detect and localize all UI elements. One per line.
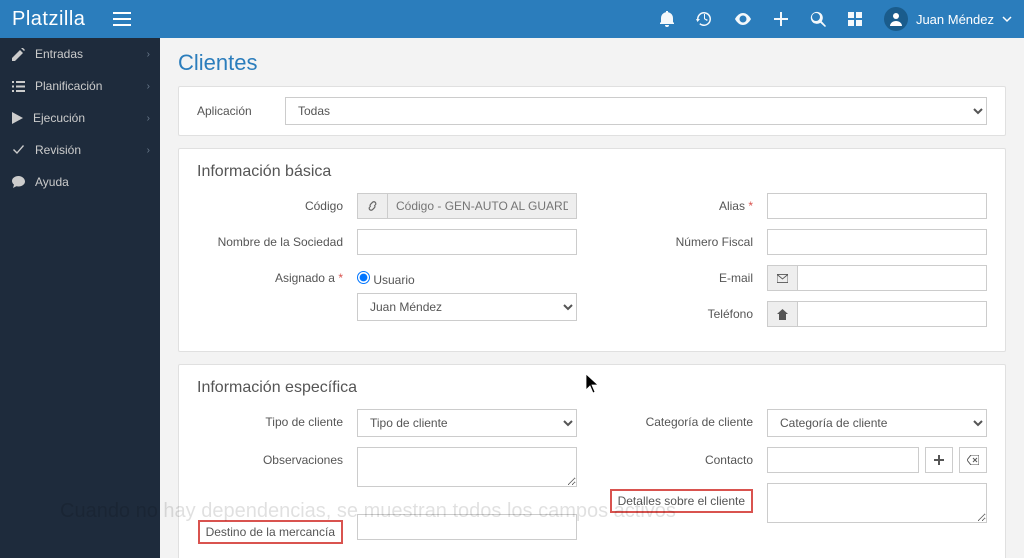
chevron-right-icon: › <box>147 145 150 156</box>
chevron-right-icon: › <box>147 113 150 124</box>
link-icon <box>357 193 387 219</box>
search-icon[interactable] <box>810 11 826 27</box>
contacto-add-button[interactable] <box>925 447 953 473</box>
page-title: Clientes <box>178 50 1006 76</box>
check-icon <box>12 145 25 155</box>
label-codigo: Código <box>197 193 357 213</box>
sidebar-item-label: Entradas <box>35 47 83 61</box>
sidebar-item-ayuda[interactable]: Ayuda <box>0 166 160 198</box>
chevron-right-icon: › <box>147 81 150 92</box>
plus-icon[interactable] <box>774 12 788 26</box>
list-icon <box>12 81 25 92</box>
brand-logo: Platzilla <box>12 8 85 31</box>
play-icon <box>12 112 23 124</box>
user-menu[interactable]: Juan Méndez <box>884 7 1012 31</box>
email-input[interactable] <box>797 265 987 291</box>
edit-icon <box>12 48 25 61</box>
home-icon <box>767 301 797 327</box>
sidebar-item-label: Planificación <box>35 79 102 93</box>
obs-textarea[interactable] <box>357 447 577 487</box>
asignado-select[interactable]: Juan Méndez <box>357 293 577 321</box>
destino-input[interactable] <box>357 514 577 540</box>
top-bar: Platzilla Juan Méndez <box>0 0 1024 38</box>
filter-label: Aplicación <box>197 104 257 118</box>
label-telefono: Teléfono <box>607 301 767 321</box>
label-tipo: Tipo de cliente <box>197 409 357 429</box>
chevron-down-icon <box>1002 14 1012 24</box>
label-categoria: Categoría de cliente <box>607 409 767 429</box>
label-detalles: Detalles sobre el cliente <box>607 483 767 513</box>
codigo-input <box>387 193 577 219</box>
main-content: Clientes Aplicación Todas Información bá… <box>160 38 1024 558</box>
user-name: Juan Méndez <box>916 12 994 27</box>
contacto-clear-button[interactable] <box>959 447 987 473</box>
label-sociedad: Nombre de la Sociedad <box>197 229 357 249</box>
label-destino: Destino de la mercancía <box>197 514 357 544</box>
sidebar-item-entradas[interactable]: Entradas › <box>0 38 160 70</box>
filter-card: Aplicación Todas <box>178 86 1006 136</box>
label-alias: Alias * <box>607 193 767 213</box>
label-fiscal: Número Fiscal <box>607 229 767 249</box>
sidebar-item-label: Revisión <box>35 143 81 157</box>
label-contacto: Contacto <box>607 447 767 467</box>
sidebar: Entradas › Planificación › Ejecución › R… <box>0 38 160 558</box>
sidebar-item-label: Ayuda <box>35 175 69 189</box>
section-title-basic: Información básica <box>197 163 987 181</box>
sidebar-item-ejecucion[interactable]: Ejecución › <box>0 102 160 134</box>
sidebar-item-label: Ejecución <box>33 111 85 125</box>
label-asignado: Asignado a * <box>197 265 357 285</box>
menu-toggle[interactable] <box>113 12 131 26</box>
alias-input[interactable] <box>767 193 987 219</box>
mail-icon <box>767 265 797 291</box>
topbar-actions: Juan Méndez <box>660 7 1012 31</box>
basic-info-card: Información básica Código Nombre de la S… <box>178 148 1006 352</box>
eye-icon[interactable] <box>734 13 752 25</box>
sociedad-input[interactable] <box>357 229 577 255</box>
chevron-right-icon: › <box>147 49 150 60</box>
label-email: E-mail <box>607 265 767 285</box>
speech-icon <box>12 176 25 188</box>
tipo-select[interactable]: Tipo de cliente <box>357 409 577 437</box>
contacto-input[interactable] <box>767 447 919 473</box>
filter-aplicacion-select[interactable]: Todas <box>285 97 987 125</box>
telefono-input[interactable] <box>797 301 987 327</box>
sidebar-item-planificacion[interactable]: Planificación › <box>0 70 160 102</box>
fiscal-input[interactable] <box>767 229 987 255</box>
sidebar-item-revision[interactable]: Revisión › <box>0 134 160 166</box>
label-obs: Observaciones <box>197 447 357 467</box>
section-title-specific: Información específica <box>197 379 987 397</box>
history-icon[interactable] <box>696 11 712 27</box>
avatar <box>884 7 908 31</box>
specific-info-card: Información específica Tipo de cliente T… <box>178 364 1006 558</box>
apps-icon[interactable] <box>848 12 862 26</box>
asignado-radio-usuario[interactable] <box>357 271 370 284</box>
bell-icon[interactable] <box>660 11 674 27</box>
detalles-textarea[interactable] <box>767 483 987 523</box>
categoria-select[interactable]: Categoría de cliente <box>767 409 987 437</box>
